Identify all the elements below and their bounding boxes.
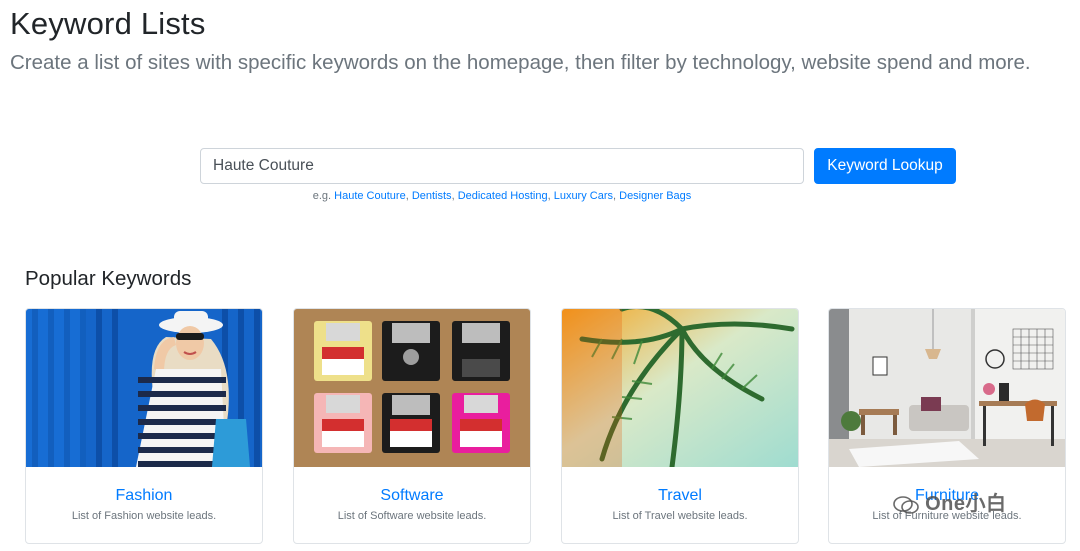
card-desc-software: List of Software website leads. [337, 510, 487, 522]
keyword-card-travel[interactable]: Travel List of Travel website leads. [561, 308, 799, 544]
card-title-software[interactable]: Software [294, 487, 530, 505]
popular-keywords-heading: Popular Keywords [25, 267, 192, 290]
watermark: One小白 [893, 487, 1006, 516]
furniture-image [829, 309, 1065, 467]
software-image [294, 309, 530, 467]
wechat-icon [893, 495, 919, 514]
fashion-image [26, 309, 262, 467]
example-link-luxury-cars[interactable]: Luxury Cars [554, 190, 613, 202]
keyword-card-fashion[interactable]: Fashion List of Fashion website leads. [25, 308, 263, 544]
keyword-search-input[interactable] [200, 148, 804, 184]
page-title: Keyword Lists [10, 6, 206, 41]
keyword-lookup-button[interactable]: Keyword Lookup [814, 148, 956, 184]
travel-image [562, 309, 798, 467]
search-examples: e.g. Haute Couture, Dentists, Dedicated … [312, 190, 692, 202]
keyword-card-software[interactable]: Software List of Software website leads. [293, 308, 531, 544]
examples-prefix: e.g. [312, 190, 332, 202]
card-desc-travel: List of Travel website leads. [612, 510, 748, 522]
example-link-dedicated-hosting[interactable]: Dedicated Hosting [458, 190, 548, 202]
example-link-haute-couture[interactable]: Haute Couture [334, 190, 406, 202]
card-title-travel[interactable]: Travel [562, 487, 798, 505]
card-title-fashion[interactable]: Fashion [26, 487, 262, 505]
example-link-dentists[interactable]: Dentists [412, 190, 452, 202]
example-link-designer-bags[interactable]: Designer Bags [619, 190, 691, 202]
page-subtitle: Create a list of sites with specific key… [10, 51, 1031, 74]
watermark-text: One小白 [925, 493, 1007, 515]
card-desc-fashion: List of Fashion website leads. [71, 510, 217, 522]
